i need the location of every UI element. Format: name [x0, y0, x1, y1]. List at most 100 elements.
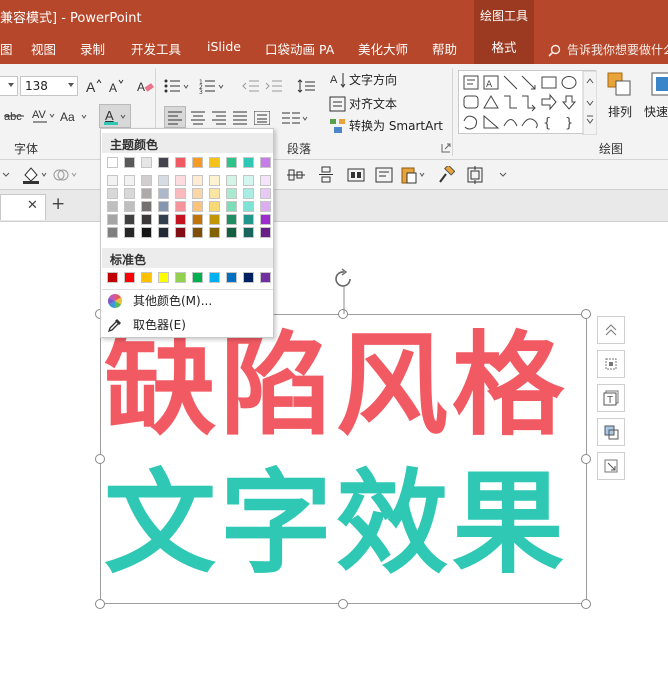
theme-color-swatch[interactable]: [124, 201, 135, 212]
collapsed-arrow-icon[interactable]: [0, 165, 12, 185]
standard-color-swatch[interactable]: [158, 272, 169, 283]
document-tab[interactable]: ✕: [0, 194, 46, 220]
distributed-icon[interactable]: [252, 108, 272, 128]
bullets-icon[interactable]: [164, 76, 192, 96]
rotate-handle-icon[interactable]: [333, 268, 355, 314]
tab-partial[interactable]: 图: [0, 39, 13, 58]
align-left-button[interactable]: [164, 106, 186, 128]
columns-icon[interactable]: [282, 108, 310, 128]
theme-color-swatch[interactable]: [192, 175, 203, 186]
theme-color-swatch[interactable]: [175, 214, 186, 225]
more-colors-menu-item[interactable]: 其他颜色(M)...: [107, 292, 212, 309]
strikethrough-icon[interactable]: abc: [4, 106, 30, 126]
theme-color-swatch[interactable]: [260, 157, 271, 168]
theme-color-swatch[interactable]: [124, 188, 135, 199]
group-objects-icon[interactable]: [346, 165, 366, 185]
theme-color-swatch[interactable]: [175, 175, 186, 186]
quick-styles-icon[interactable]: [650, 70, 668, 100]
font-name-combo[interactable]: [0, 76, 18, 96]
theme-color-swatch[interactable]: [226, 201, 237, 212]
resize-handle[interactable]: [338, 599, 348, 609]
align-text-label[interactable]: 对齐文本: [349, 95, 397, 112]
align-text-icon[interactable]: [328, 94, 348, 114]
text-direction-icon[interactable]: A: [328, 70, 348, 90]
tab-view[interactable]: 视图: [31, 39, 56, 58]
theme-color-swatch[interactable]: [158, 157, 169, 168]
theme-color-swatch[interactable]: [260, 227, 271, 238]
theme-color-swatch[interactable]: [158, 214, 169, 225]
shape-effects-icon[interactable]: [52, 165, 80, 185]
shapes-gallery[interactable]: A { }: [458, 70, 597, 135]
theme-color-swatch[interactable]: [243, 227, 254, 238]
theme-color-swatch[interactable]: [175, 188, 186, 199]
theme-color-swatch[interactable]: [141, 188, 152, 199]
theme-color-swatch[interactable]: [158, 175, 169, 186]
theme-color-swatch[interactable]: [158, 201, 169, 212]
theme-color-swatch[interactable]: [107, 188, 118, 199]
theme-color-swatch[interactable]: [209, 201, 220, 212]
increase-indent-icon[interactable]: [264, 76, 284, 96]
tab-help[interactable]: 帮助: [432, 39, 457, 58]
theme-color-swatch[interactable]: [158, 227, 169, 238]
theme-color-swatch[interactable]: [260, 175, 271, 186]
theme-color-swatch[interactable]: [243, 188, 254, 199]
character-spacing-icon[interactable]: AV: [32, 106, 56, 126]
standard-color-swatch[interactable]: [107, 272, 118, 283]
theme-color-swatch[interactable]: [226, 175, 237, 186]
arrange-label[interactable]: 排列: [608, 103, 632, 120]
theme-color-swatch[interactable]: [260, 201, 271, 212]
crop-resize-icon[interactable]: [597, 452, 625, 480]
convert-smartart-label[interactable]: 转换为 SmartArt: [349, 117, 443, 134]
theme-color-swatch[interactable]: [260, 214, 271, 225]
theme-color-swatch[interactable]: [192, 201, 203, 212]
theme-color-swatch[interactable]: [192, 157, 203, 168]
numbering-icon[interactable]: 123: [199, 76, 227, 96]
theme-color-swatch[interactable]: [226, 227, 237, 238]
theme-color-swatch[interactable]: [124, 175, 135, 186]
theme-color-swatch[interactable]: [107, 175, 118, 186]
theme-color-swatch[interactable]: [158, 188, 169, 199]
shape-style-icon[interactable]: [597, 418, 625, 446]
tab-pocket-animation[interactable]: 口袋动画 PA: [265, 39, 334, 58]
theme-color-swatch[interactable]: [209, 188, 220, 199]
selection-pane-icon[interactable]: [465, 165, 485, 185]
distribute-icon[interactable]: [316, 165, 336, 185]
standard-color-swatch[interactable]: [124, 272, 135, 283]
tell-me-box[interactable]: 告诉我你想要做什么: [548, 41, 668, 58]
resize-handle[interactable]: [581, 309, 591, 319]
standard-color-swatch[interactable]: [226, 272, 237, 283]
theme-color-swatch[interactable]: [107, 201, 118, 212]
paragraph-dialog-launcher-icon[interactable]: [440, 142, 452, 154]
font-color-button[interactable]: A: [99, 104, 131, 128]
standard-color-swatch[interactable]: [260, 272, 271, 283]
decrease-indent-icon[interactable]: [241, 76, 261, 96]
line-spacing-icon[interactable]: [297, 76, 321, 96]
theme-color-swatch[interactable]: [107, 227, 118, 238]
tab-islide[interactable]: iSlide: [207, 39, 241, 54]
theme-color-swatch[interactable]: [209, 227, 220, 238]
theme-color-swatch[interactable]: [141, 201, 152, 212]
theme-color-swatch[interactable]: [243, 175, 254, 186]
layout-options-icon[interactable]: [597, 350, 625, 378]
theme-color-swatch[interactable]: [107, 157, 118, 168]
change-case-icon[interactable]: Aa: [60, 106, 90, 126]
theme-color-swatch[interactable]: [124, 157, 135, 168]
headline-teal-text[interactable]: 文字效果: [104, 468, 568, 580]
shape-fill-icon[interactable]: [22, 165, 50, 185]
grow-font-icon[interactable]: A: [84, 76, 104, 96]
tab-beautify-master[interactable]: 美化大师: [358, 39, 408, 58]
clear-formatting-icon[interactable]: A: [135, 76, 155, 96]
theme-color-swatch[interactable]: [209, 157, 220, 168]
smartart-icon[interactable]: [328, 116, 348, 136]
theme-color-swatch[interactable]: [141, 227, 152, 238]
text-direction-label[interactable]: 文字方向: [349, 71, 397, 88]
theme-color-swatch[interactable]: [243, 214, 254, 225]
theme-color-swatch[interactable]: [124, 214, 135, 225]
theme-color-swatch[interactable]: [175, 157, 186, 168]
align-right-icon[interactable]: [209, 108, 229, 128]
format-painter-icon[interactable]: [436, 165, 456, 185]
headline-red-text[interactable]: 缺陷风格: [104, 330, 568, 442]
standard-color-swatch[interactable]: [209, 272, 220, 283]
align-objects-icon[interactable]: [286, 165, 306, 185]
resize-handle[interactable]: [95, 599, 105, 609]
